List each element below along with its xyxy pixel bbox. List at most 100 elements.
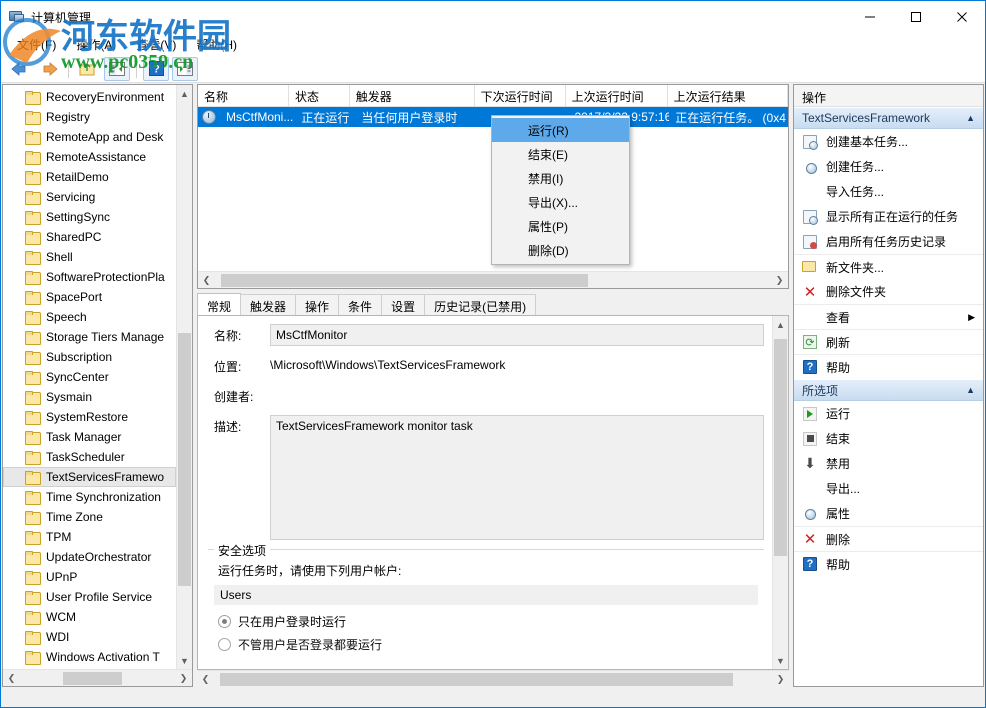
context-menu-item[interactable]: 结束(E) — [492, 142, 629, 166]
tree-scroll-track[interactable] — [177, 102, 192, 652]
context-menu-item[interactable]: 属性(P) — [492, 214, 629, 238]
action-item[interactable]: 创建基本任务... — [794, 129, 983, 154]
context-menu-item[interactable]: 运行(R) — [492, 118, 629, 142]
name-value[interactable]: MsCtfMonitor — [270, 324, 764, 346]
tree-item[interactable]: SyncCenter — [3, 367, 176, 387]
menu-view[interactable]: 查看(V) — [126, 34, 186, 55]
detail-tab[interactable]: 设置 — [381, 294, 425, 315]
detail-scroll-up-icon[interactable]: ▲ — [773, 316, 788, 333]
tree-item[interactable]: RetailDemo — [3, 167, 176, 187]
action-item[interactable]: ✕删除 — [794, 526, 983, 551]
tree-item[interactable]: Registry — [3, 107, 176, 127]
list-hscroll-track[interactable] — [215, 273, 771, 288]
tree-item[interactable]: TaskScheduler — [3, 447, 176, 467]
tree-scroll-down-icon[interactable]: ▼ — [177, 652, 192, 669]
detail-vertical-scrollbar[interactable]: ▲ ▼ — [772, 316, 788, 669]
tree-hscroll-left-icon[interactable]: ❮ — [3, 673, 20, 684]
column-header[interactable]: 上次运行结果 — [668, 85, 788, 106]
list-hscroll-thumb[interactable] — [221, 274, 588, 287]
tree-scroll-thumb[interactable] — [178, 333, 191, 586]
tree-item[interactable]: Windows Activation T — [3, 647, 176, 667]
column-header[interactable]: 状态 — [289, 85, 350, 106]
menu-help[interactable]: 帮助(H) — [186, 34, 247, 55]
help-icon[interactable]: ? — [143, 57, 169, 81]
tree-vertical-scrollbar[interactable]: ▲ ▼ — [176, 85, 192, 669]
maximize-button[interactable] — [893, 1, 939, 33]
action-item[interactable]: 导出... — [794, 476, 983, 501]
tree-item[interactable]: SettingSync — [3, 207, 176, 227]
action-item[interactable]: 运行 — [794, 401, 983, 426]
tree-scroll-up-icon[interactable]: ▲ — [177, 85, 192, 102]
detail-scroll-track[interactable] — [773, 333, 788, 652]
action-item[interactable]: 显示所有正在运行的任务 — [794, 204, 983, 229]
action-item[interactable]: 启用所有任务历史记录 — [794, 229, 983, 254]
list-hscroll-left-icon[interactable]: ❮ — [198, 275, 215, 286]
chevron-up-icon[interactable]: ▲ — [966, 385, 975, 395]
tree-item[interactable]: SpacePort — [3, 287, 176, 307]
tree-item[interactable]: UPnP — [3, 567, 176, 587]
menu-file[interactable]: 文件(F) — [7, 34, 66, 55]
tree-item[interactable]: RemoteApp and Desk — [3, 127, 176, 147]
tree-item[interactable]: Time Zone — [3, 507, 176, 527]
tree-item[interactable]: RecoveryEnvironment — [3, 87, 176, 107]
tree-item[interactable]: SoftwareProtectionPla — [3, 267, 176, 287]
tree-hscroll-right-icon[interactable]: ❯ — [175, 673, 192, 684]
tree-item[interactable]: Speech — [3, 307, 176, 327]
show-hide-console-tree-icon[interactable] — [104, 57, 130, 81]
column-header[interactable]: 触发器 — [350, 85, 475, 106]
up-folder-icon[interactable] — [75, 57, 101, 81]
show-hide-action-pane-icon[interactable] — [172, 57, 198, 81]
tree-item[interactable]: User Profile Service — [3, 587, 176, 607]
context-menu-item[interactable]: 禁用(I) — [492, 166, 629, 190]
tree-item[interactable]: SharedPC — [3, 227, 176, 247]
detail-scroll-thumb[interactable] — [774, 339, 787, 556]
tree-item[interactable]: TextServicesFramewo — [3, 467, 176, 487]
column-header[interactable]: 名称 — [198, 85, 289, 106]
action-item[interactable]: 导入任务... — [794, 179, 983, 204]
action-item[interactable]: 创建任务... — [794, 154, 983, 179]
detail-horizontal-scrollbar[interactable]: ❮ ❯ — [197, 670, 789, 687]
tree-item[interactable]: Time Synchronization — [3, 487, 176, 507]
context-menu-item[interactable]: 导出(X)... — [492, 190, 629, 214]
description-value[interactable]: TextServicesFramework monitor task — [270, 415, 764, 540]
column-header[interactable]: 下次运行时间 — [475, 85, 566, 106]
context-menu-item[interactable]: 删除(D) — [492, 238, 629, 262]
tree-item[interactable]: Sysmain — [3, 387, 176, 407]
detail-hscroll-right-icon[interactable]: ❯ — [772, 674, 789, 685]
tree-item[interactable]: Storage Tiers Manage — [3, 327, 176, 347]
detail-hscroll-thumb[interactable] — [220, 673, 733, 686]
detail-tab[interactable]: 历史记录(已禁用) — [424, 294, 536, 315]
action-item[interactable]: ⟳刷新 — [794, 329, 983, 354]
back-icon[interactable] — [7, 57, 33, 81]
menu-action[interactable]: 操作(A) — [66, 34, 126, 55]
tree-item[interactable]: Task Manager — [3, 427, 176, 447]
detail-scroll-down-icon[interactable]: ▼ — [773, 652, 788, 669]
tree-item[interactable]: Shell — [3, 247, 176, 267]
tree-horizontal-scrollbar[interactable]: ❮ ❯ — [3, 669, 192, 686]
radio-run-only-when-logged-in[interactable]: 只在用户登录时运行 — [218, 613, 758, 630]
detail-hscroll-track[interactable] — [214, 672, 772, 687]
tree-item[interactable]: Servicing — [3, 187, 176, 207]
close-button[interactable] — [939, 1, 985, 33]
tree-hscroll-thumb[interactable] — [63, 672, 122, 685]
radio-run-whether-logged-in-or-not[interactable]: 不管用户是否登录都要运行 — [218, 636, 758, 653]
tree-hscroll-track[interactable] — [20, 671, 175, 686]
detail-hscroll-left-icon[interactable]: ❮ — [197, 674, 214, 685]
tree-item[interactable]: RemoteAssistance — [3, 147, 176, 167]
action-item[interactable]: 查看▶ — [794, 304, 983, 329]
action-item[interactable]: 结束 — [794, 426, 983, 451]
action-item[interactable]: 新文件夹... — [794, 254, 983, 279]
list-hscroll-right-icon[interactable]: ❯ — [771, 275, 788, 286]
tree-item[interactable]: Subscription — [3, 347, 176, 367]
action-item[interactable]: ✕删除文件夹 — [794, 279, 983, 304]
action-item[interactable]: ?帮助 — [794, 354, 983, 379]
tree-item[interactable]: SystemRestore — [3, 407, 176, 427]
action-item[interactable]: 属性 — [794, 501, 983, 526]
task-list-horizontal-scrollbar[interactable]: ❮ ❯ — [198, 271, 788, 288]
detail-tab[interactable]: 条件 — [338, 294, 382, 315]
column-header[interactable]: 上次运行时间 — [566, 85, 668, 106]
action-item[interactable]: ?帮助 — [794, 551, 983, 576]
detail-tab[interactable]: 触发器 — [240, 294, 296, 315]
detail-tab[interactable]: 常规 — [197, 293, 241, 315]
actions-section-header[interactable]: 所选项▲ — [794, 379, 983, 401]
